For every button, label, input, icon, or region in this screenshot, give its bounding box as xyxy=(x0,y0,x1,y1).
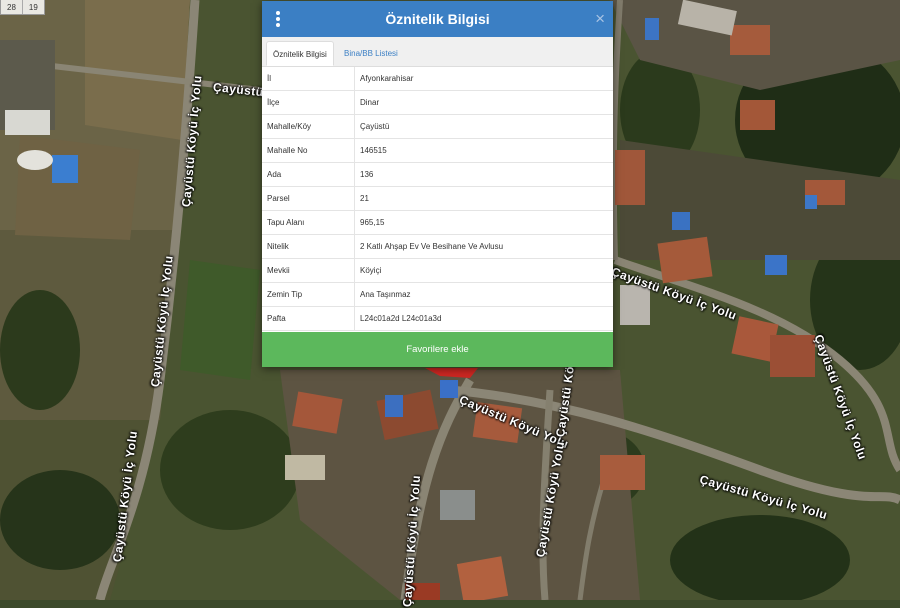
attr-value: 146515 xyxy=(354,138,613,163)
dialog-header: Öznitelik Bilgisi × xyxy=(262,1,613,37)
attr-value: Köyiçi xyxy=(354,258,613,283)
table-row: İlçe Dinar xyxy=(262,90,613,115)
table-row: Ada 136 xyxy=(262,162,613,187)
add-to-favorites-button[interactable]: Favorilere ekle xyxy=(262,332,613,367)
table-row: Mahalle/Köy Çayüstü xyxy=(262,114,613,139)
attr-value: Çayüstü xyxy=(354,114,613,139)
attr-key: Mahalle/Köy xyxy=(262,114,355,139)
map-scale-indicator: 28 19 xyxy=(0,0,45,15)
attr-value: 21 xyxy=(354,186,613,211)
attr-key: Mevkii xyxy=(262,258,355,283)
table-row: Mevkii Köyiçi xyxy=(262,258,613,283)
attr-value: Ana Taşınmaz xyxy=(354,282,613,307)
table-row: Mahalle No 146515 xyxy=(262,138,613,163)
table-row: Nitelik 2 Katlı Ahşap Ev Ve Besihane Ve A… xyxy=(262,234,613,259)
table-row: Tapu Alanı 965,15 xyxy=(262,210,613,235)
attr-key: Pafta xyxy=(262,306,355,331)
attr-value: Dinar xyxy=(354,90,613,115)
attribute-table: İl Afyonkarahisar İlçe Dinar Mahalle/Köy Ça… xyxy=(262,67,613,331)
attr-value: L24c01a2d L24c01a3d xyxy=(354,306,613,331)
attr-value: 2 Katlı Ahşap Ev Ve Besihane Ve Avlusu xyxy=(354,234,613,259)
close-icon[interactable]: × xyxy=(595,1,605,37)
attr-key: Ada xyxy=(262,162,355,187)
attr-value: 965,15 xyxy=(354,210,613,235)
tab-attribute-info[interactable]: Öznitelik Bilgisi xyxy=(266,41,334,66)
attr-key: Mahalle No xyxy=(262,138,355,163)
dialog-title: Öznitelik Bilgisi xyxy=(385,11,490,27)
attr-value: 136 xyxy=(354,162,613,187)
table-row: Zemin Tip Ana Taşınmaz xyxy=(262,282,613,307)
table-row: Pafta L24c01a2d L24c01a3d xyxy=(262,306,613,331)
table-row: Parsel 21 xyxy=(262,186,613,211)
attribute-info-dialog: Öznitelik Bilgisi × Öznitelik Bilgisi Bi… xyxy=(262,1,613,367)
attr-key: Parsel xyxy=(262,186,355,211)
attr-key: Tapu Alanı xyxy=(262,210,355,235)
attr-key: İlçe xyxy=(262,90,355,115)
dialog-tabs: Öznitelik Bilgisi Bina/BB Listesi xyxy=(262,37,613,67)
attr-key: Nitelik xyxy=(262,234,355,259)
attr-key: İl xyxy=(262,67,355,91)
scale-label: 19 xyxy=(28,3,38,12)
table-row: İl Afyonkarahisar xyxy=(262,67,613,91)
attr-value: Afyonkarahisar xyxy=(354,67,613,91)
tab-building-list[interactable]: Bina/BB Listesi xyxy=(338,41,404,66)
scale-label: 28 xyxy=(1,0,23,14)
attr-key: Zemin Tip xyxy=(262,282,355,307)
